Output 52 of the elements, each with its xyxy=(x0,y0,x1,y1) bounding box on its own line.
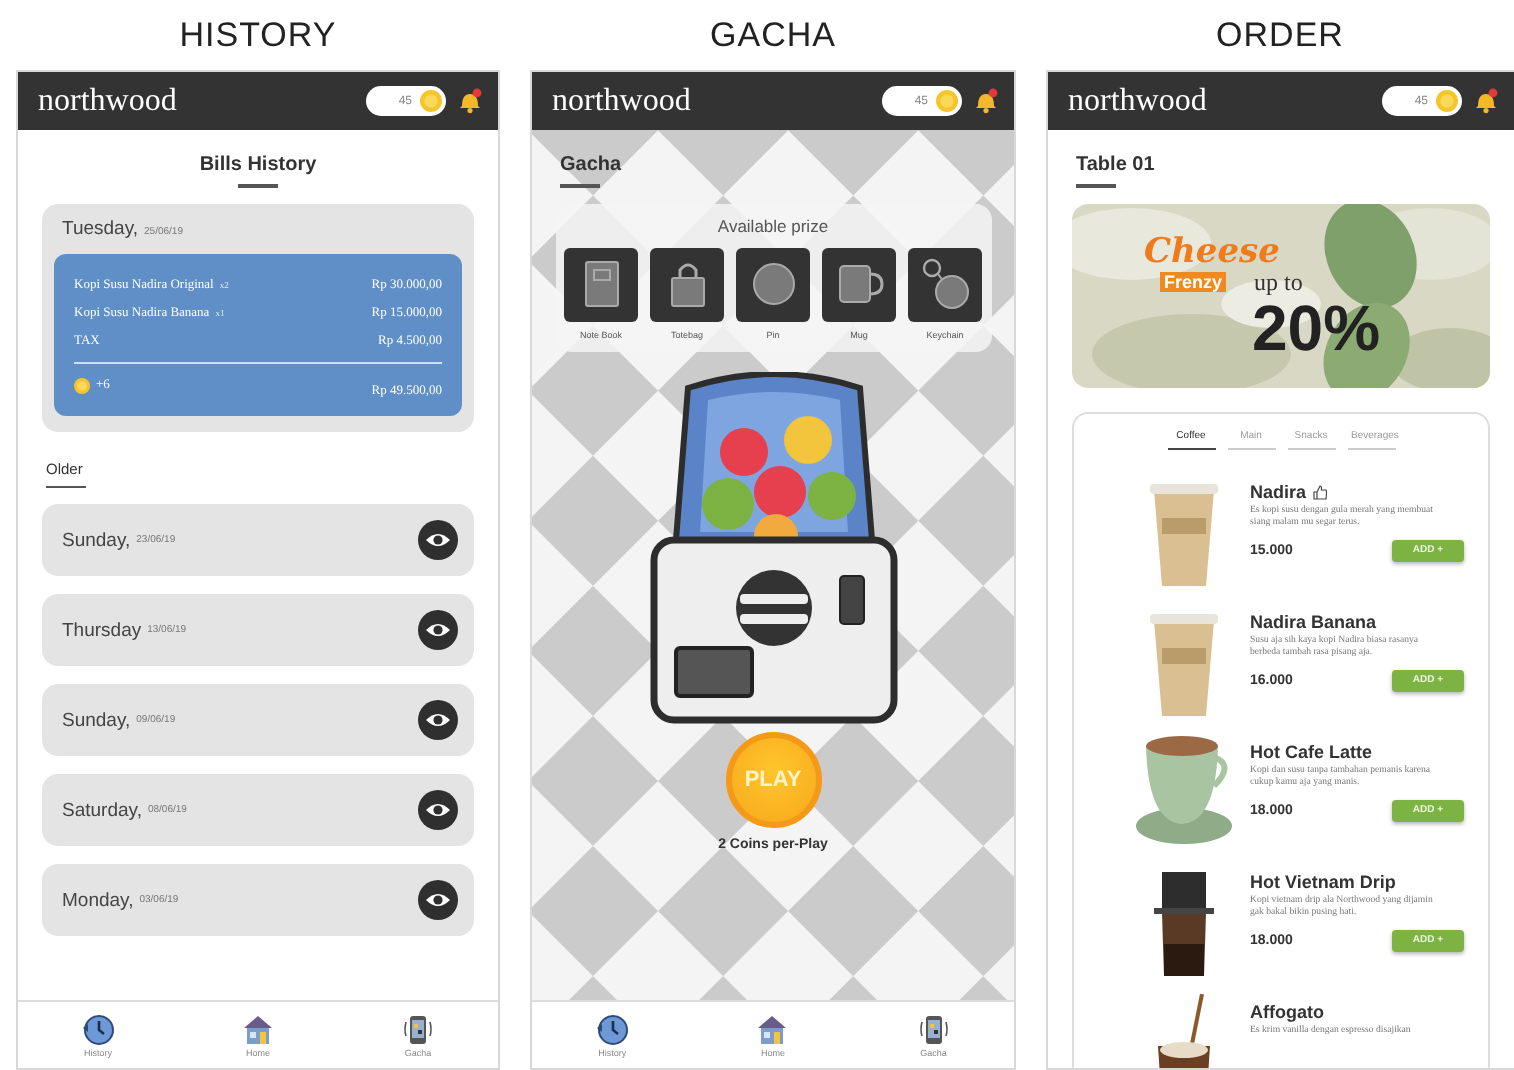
phone-icon xyxy=(402,1013,434,1045)
banner-lead-text: up to xyxy=(1254,267,1303,297)
screen-caption: GACHA xyxy=(710,13,836,57)
view-icon[interactable] xyxy=(418,880,458,920)
phone-icon xyxy=(917,1013,950,1045)
section-title: Table 01 xyxy=(1076,154,1155,176)
coin-icon xyxy=(936,90,958,112)
bill-day: Tuesday, xyxy=(62,217,139,239)
bell-icon[interactable] xyxy=(458,88,482,114)
clock-icon xyxy=(82,1013,114,1045)
prize-tile[interactable] xyxy=(564,247,638,321)
panel-title: Available prize xyxy=(717,215,829,235)
clock-icon xyxy=(596,1013,629,1045)
bill-day: Saturday, xyxy=(62,799,142,821)
notebook-icon xyxy=(581,260,621,308)
prize-tile[interactable] xyxy=(650,247,724,321)
bell-icon[interactable] xyxy=(1474,88,1498,114)
item-name: Hot Cafe Latte xyxy=(1250,741,1373,761)
mug-icon xyxy=(835,262,883,306)
bill-day: Sunday, xyxy=(62,529,131,551)
section-title: Gacha xyxy=(560,154,622,176)
prize-tile[interactable] xyxy=(908,247,982,321)
view-icon[interactable] xyxy=(418,700,458,740)
banner-tag: Frenzy xyxy=(1160,271,1227,291)
screen-caption: ORDER xyxy=(1216,13,1344,57)
brand-name: northwood xyxy=(552,83,693,119)
item-name: Hot Vietnam Drip xyxy=(1250,871,1396,891)
prize-tile[interactable] xyxy=(822,247,896,321)
view-icon[interactable] xyxy=(418,610,458,650)
house-icon xyxy=(242,1013,274,1045)
bell-icon[interactable] xyxy=(974,88,998,114)
item-name: Affogato xyxy=(1250,1001,1324,1021)
bill-day: Sunday, xyxy=(62,709,131,731)
item-name: Nadira Banana xyxy=(1250,611,1377,631)
item-name: Nadira xyxy=(1250,481,1307,501)
coin-icon xyxy=(74,377,90,393)
brand-name: northwood xyxy=(1068,83,1209,119)
view-icon[interactable] xyxy=(418,790,458,830)
section-title: Bills History xyxy=(199,154,317,176)
coin-icon xyxy=(420,90,442,112)
house-icon xyxy=(756,1013,789,1045)
brand-name: northwood xyxy=(38,83,179,119)
keychain-icon xyxy=(921,258,969,310)
screen-caption: HISTORY xyxy=(179,13,337,57)
banner-script-text: Cheese xyxy=(1144,231,1280,271)
view-icon[interactable] xyxy=(418,520,458,560)
pin-icon xyxy=(751,262,795,306)
bill-day: Thursday xyxy=(62,619,142,641)
coin-icon xyxy=(1436,90,1458,112)
bag-icon xyxy=(667,260,707,308)
bill-day: Monday, xyxy=(62,889,134,911)
prize-tile[interactable] xyxy=(736,247,810,321)
